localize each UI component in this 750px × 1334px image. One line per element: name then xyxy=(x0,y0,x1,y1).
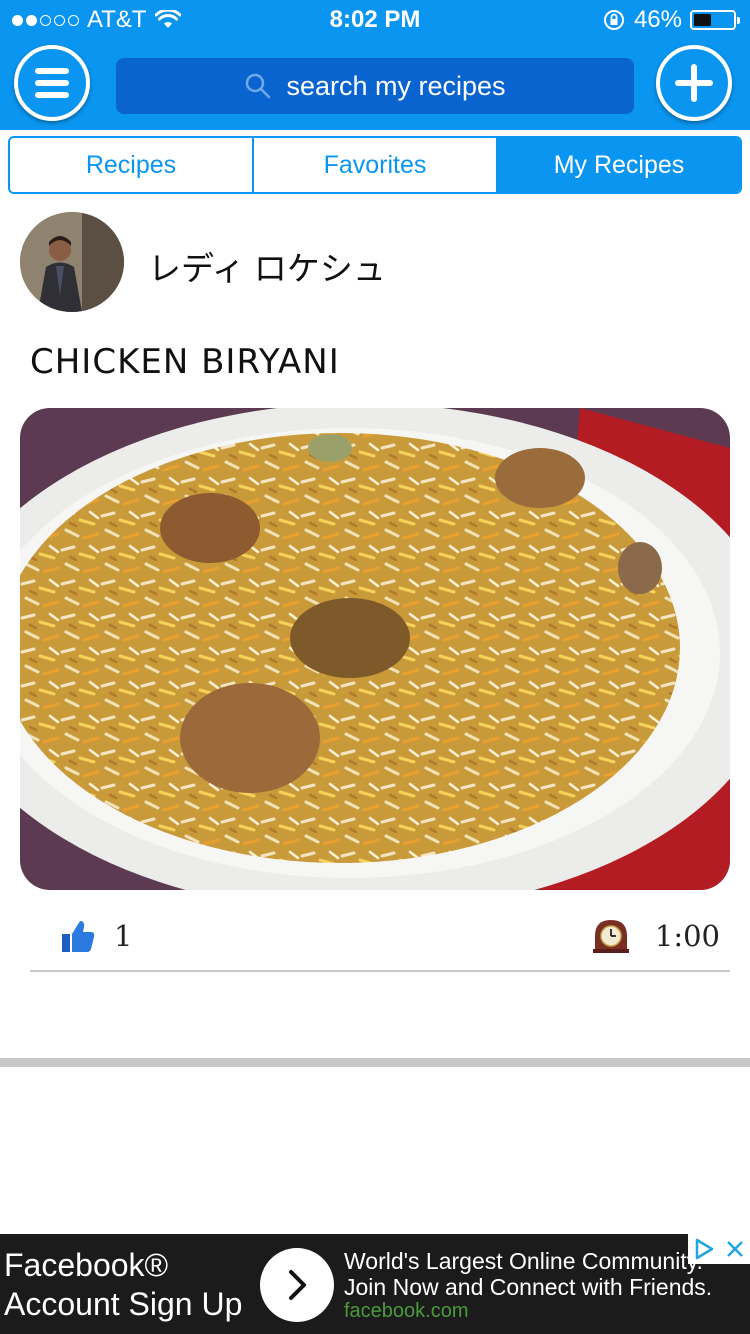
recipe-tabs: Recipes Favorites My Recipes xyxy=(8,136,742,194)
author-avatar[interactable] xyxy=(20,212,124,312)
battery-icon xyxy=(690,10,740,30)
top-bar: AT&T 8:02 PM 46% search my recipes xyxy=(0,0,750,130)
close-ad-icon[interactable] xyxy=(724,1238,746,1260)
hamburger-menu-icon xyxy=(35,68,69,98)
like-count: 1 xyxy=(114,919,133,953)
battery-percent: 46% xyxy=(633,6,682,33)
status-bar: AT&T 8:02 PM 46% xyxy=(0,0,750,40)
recipe-title: CHICKEN BIRYANI xyxy=(30,342,340,382)
tab-recipes[interactable]: Recipes xyxy=(10,138,252,192)
chevron-right-icon xyxy=(289,1270,306,1300)
adchoices-icon[interactable] xyxy=(692,1237,716,1261)
cook-time-value: 1:00 xyxy=(654,919,720,953)
thumbs-up-icon[interactable] xyxy=(60,918,96,954)
status-right: 46% xyxy=(602,6,740,34)
section-divider xyxy=(0,1058,750,1067)
ad-domain[interactable]: facebook.com xyxy=(344,1300,469,1323)
ad-description[interactable]: World's Largest Online Community. Join N… xyxy=(344,1248,740,1300)
search-input[interactable]: search my recipes xyxy=(286,71,505,102)
ad-open-button[interactable] xyxy=(260,1248,334,1322)
recipe-photo[interactable] xyxy=(20,408,730,890)
add-recipe-button[interactable] xyxy=(656,45,732,121)
ad-choices xyxy=(688,1234,750,1264)
plus-icon xyxy=(675,64,713,102)
menu-button[interactable] xyxy=(14,45,90,121)
author-name[interactable]: レディ ロケシュ xyxy=(148,242,386,290)
rotation-lock-icon xyxy=(603,10,624,30)
cook-time: 1:00 xyxy=(591,918,720,954)
tab-my-recipes[interactable]: My Recipes xyxy=(496,138,740,192)
ad-title[interactable]: Facebook® Account Sign Up xyxy=(4,1246,254,1324)
tab-favorites[interactable]: Favorites xyxy=(252,138,496,192)
likes[interactable]: 1 xyxy=(60,918,132,954)
recipe-stats: 1 1:00 xyxy=(30,910,730,972)
clock-icon xyxy=(592,920,629,953)
search-bar[interactable]: search my recipes xyxy=(116,58,634,114)
search-icon xyxy=(246,73,271,99)
ad-banner[interactable]: Facebook® Account Sign Up World's Larges… xyxy=(0,1234,750,1334)
